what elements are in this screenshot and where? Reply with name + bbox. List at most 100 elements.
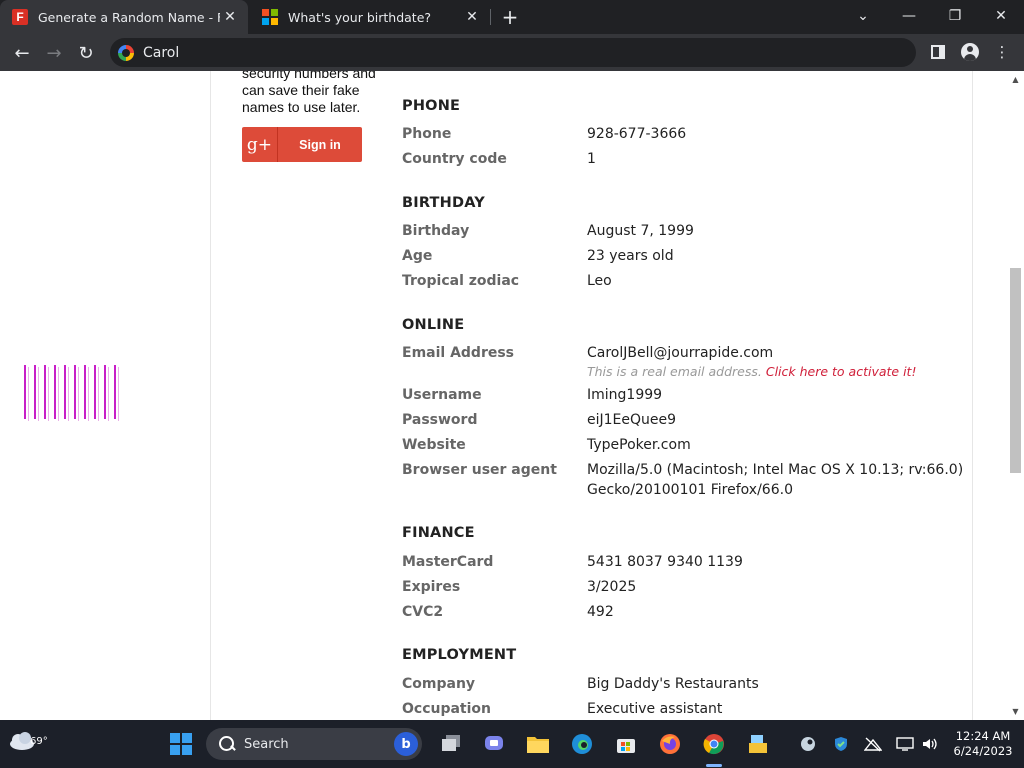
- minimize-button[interactable]: —: [886, 0, 932, 32]
- field-label: Tropical zodiac: [402, 273, 520, 289]
- browser-toolbar: ← → ↻ Carol ⋮: [0, 34, 1024, 71]
- field-label: Website: [402, 437, 466, 453]
- content-border-right: [972, 71, 973, 720]
- field-label: Username: [402, 387, 482, 403]
- microsoft-favicon-icon: [262, 9, 278, 25]
- field-label: Password: [402, 412, 478, 428]
- temperature-label: 69°: [30, 736, 48, 747]
- tab-title: Generate a Random Name - Fake: [38, 9, 220, 25]
- chrome-icon[interactable]: [700, 730, 728, 758]
- display-icon[interactable]: [895, 734, 915, 754]
- field-value: eiJ1EeQuee9: [587, 412, 677, 428]
- field-label: Age: [402, 248, 433, 264]
- new-tab-button[interactable]: +: [500, 5, 520, 29]
- field-value: Big Daddy's Restaurants: [587, 676, 759, 692]
- address-text[interactable]: Carol: [143, 45, 179, 61]
- field-label: Country code: [402, 151, 507, 167]
- signin-label: Sign in: [299, 137, 341, 152]
- field-value: 23 years old: [587, 248, 674, 264]
- microsoft-store-icon[interactable]: [612, 730, 640, 758]
- section-heading-employment: EMPLOYMENT: [402, 647, 517, 663]
- user-agent-line-2: Gecko/20100101 Firefox/66.0: [587, 482, 793, 498]
- field-label: Email Address: [402, 345, 515, 361]
- tab-strip: F Generate a Random Name - Fake ✕ What's…: [0, 0, 1024, 34]
- windows-logo-icon: [170, 733, 192, 755]
- section-heading-online: ONLINE: [402, 317, 465, 333]
- google-plus-icon: g+: [242, 127, 278, 162]
- section-heading-finance: FINANCE: [402, 525, 475, 541]
- email-note-text: This is a real email address.: [587, 364, 762, 379]
- clock-date: 6/24/2023: [953, 744, 1013, 758]
- close-tab-icon[interactable]: ✕: [462, 9, 482, 25]
- taskbar-search[interactable]: Search b: [206, 728, 422, 760]
- scroll-up-arrow-icon[interactable]: ▲: [1007, 71, 1024, 88]
- sidebar-description: security numbers and can save their fake…: [242, 71, 376, 115]
- user-agent-line-1: Mozilla/5.0 (Macintosh; Intel Mac OS X 1…: [587, 462, 964, 478]
- volume-icon[interactable]: [920, 734, 940, 754]
- search-label: Search: [244, 736, 289, 752]
- google-signin-button[interactable]: g+ Sign in: [242, 127, 362, 162]
- tab-search-chevron-icon[interactable]: ⌄: [840, 0, 886, 32]
- field-label: Expires: [402, 579, 461, 595]
- defender-tray-icon[interactable]: [831, 734, 851, 754]
- task-view-icon[interactable]: [437, 730, 465, 758]
- active-app-indicator: [706, 764, 722, 767]
- notepad-folder-icon[interactable]: [744, 730, 772, 758]
- field-value: 3/2025: [587, 579, 637, 595]
- field-label: Birthday: [402, 223, 470, 239]
- teams-chat-icon[interactable]: [480, 730, 508, 758]
- file-explorer-icon[interactable]: [524, 730, 552, 758]
- page-viewport: security numbers and can save their fake…: [0, 71, 1024, 720]
- search-icon: [218, 735, 236, 753]
- section-heading-birthday: BIRTHDAY: [402, 195, 485, 211]
- scrollbar-thumb[interactable]: [1010, 268, 1021, 473]
- bing-icon[interactable]: b: [394, 732, 418, 756]
- firefox-icon[interactable]: [656, 730, 684, 758]
- field-value: August 7, 1999: [587, 223, 694, 239]
- clock-time: 12:24 AM: [955, 729, 1011, 743]
- content-border-left: [210, 71, 211, 720]
- field-value: Leo: [587, 273, 612, 289]
- fakenamegenerator-favicon-icon: F: [12, 9, 28, 25]
- field-value: 492: [587, 604, 614, 620]
- activate-email-link[interactable]: Click here to activate it!: [766, 364, 917, 379]
- close-window-button[interactable]: ✕: [978, 0, 1024, 32]
- field-value: Iming1999: [587, 387, 663, 403]
- field-label: Phone: [402, 126, 452, 142]
- field-value: 1: [587, 151, 596, 167]
- system-clock[interactable]: 12:24 AM 6/24/2023: [948, 729, 1018, 759]
- address-bar[interactable]: Carol: [110, 38, 916, 67]
- email-note: This is a real email address. Click here…: [587, 364, 916, 379]
- close-tab-icon[interactable]: ✕: [220, 9, 240, 25]
- restore-button[interactable]: ❐: [932, 0, 978, 32]
- forward-button[interactable]: →: [40, 39, 68, 67]
- vertical-scrollbar[interactable]: ▲ ▼: [1007, 71, 1024, 720]
- barcode-graphic-icon: [24, 365, 119, 421]
- field-value: 928-677-3666: [587, 126, 687, 142]
- section-heading-phone: PHONE: [402, 98, 461, 114]
- field-value: Executive assistant: [587, 701, 723, 717]
- tab-fake-name-generator[interactable]: F Generate a Random Name - Fake ✕: [0, 0, 248, 34]
- side-panel-icon[interactable]: [926, 40, 950, 64]
- field-label: Occupation: [402, 701, 492, 717]
- email-value: CarolJBell@jourrapide.com: [587, 345, 774, 361]
- back-button[interactable]: ←: [8, 39, 36, 67]
- menu-kebab-icon[interactable]: ⋮: [990, 40, 1014, 64]
- reload-button[interactable]: ↻: [72, 39, 100, 67]
- weather-widget[interactable]: 69°: [8, 728, 48, 760]
- field-label: CVC2: [402, 604, 444, 620]
- start-button[interactable]: [167, 730, 195, 758]
- field-label: Browser user agent: [402, 462, 557, 478]
- field-label: Company: [402, 676, 476, 692]
- tab-separator: [490, 9, 491, 25]
- profile-icon[interactable]: [958, 40, 982, 64]
- google-icon: [118, 44, 134, 61]
- network-off-icon[interactable]: [863, 734, 883, 754]
- field-value: TypePoker.com: [587, 437, 691, 453]
- windows-taskbar: 69° Search b 12:24 AM 6/24/2023: [0, 720, 1024, 768]
- steam-tray-icon[interactable]: [798, 734, 818, 754]
- tab-birthdate[interactable]: What's your birthdate? ✕: [250, 0, 490, 34]
- scroll-down-arrow-icon[interactable]: ▼: [1007, 703, 1024, 720]
- edge-browser-icon[interactable]: [568, 730, 596, 758]
- tab-title: What's your birthdate?: [288, 9, 432, 25]
